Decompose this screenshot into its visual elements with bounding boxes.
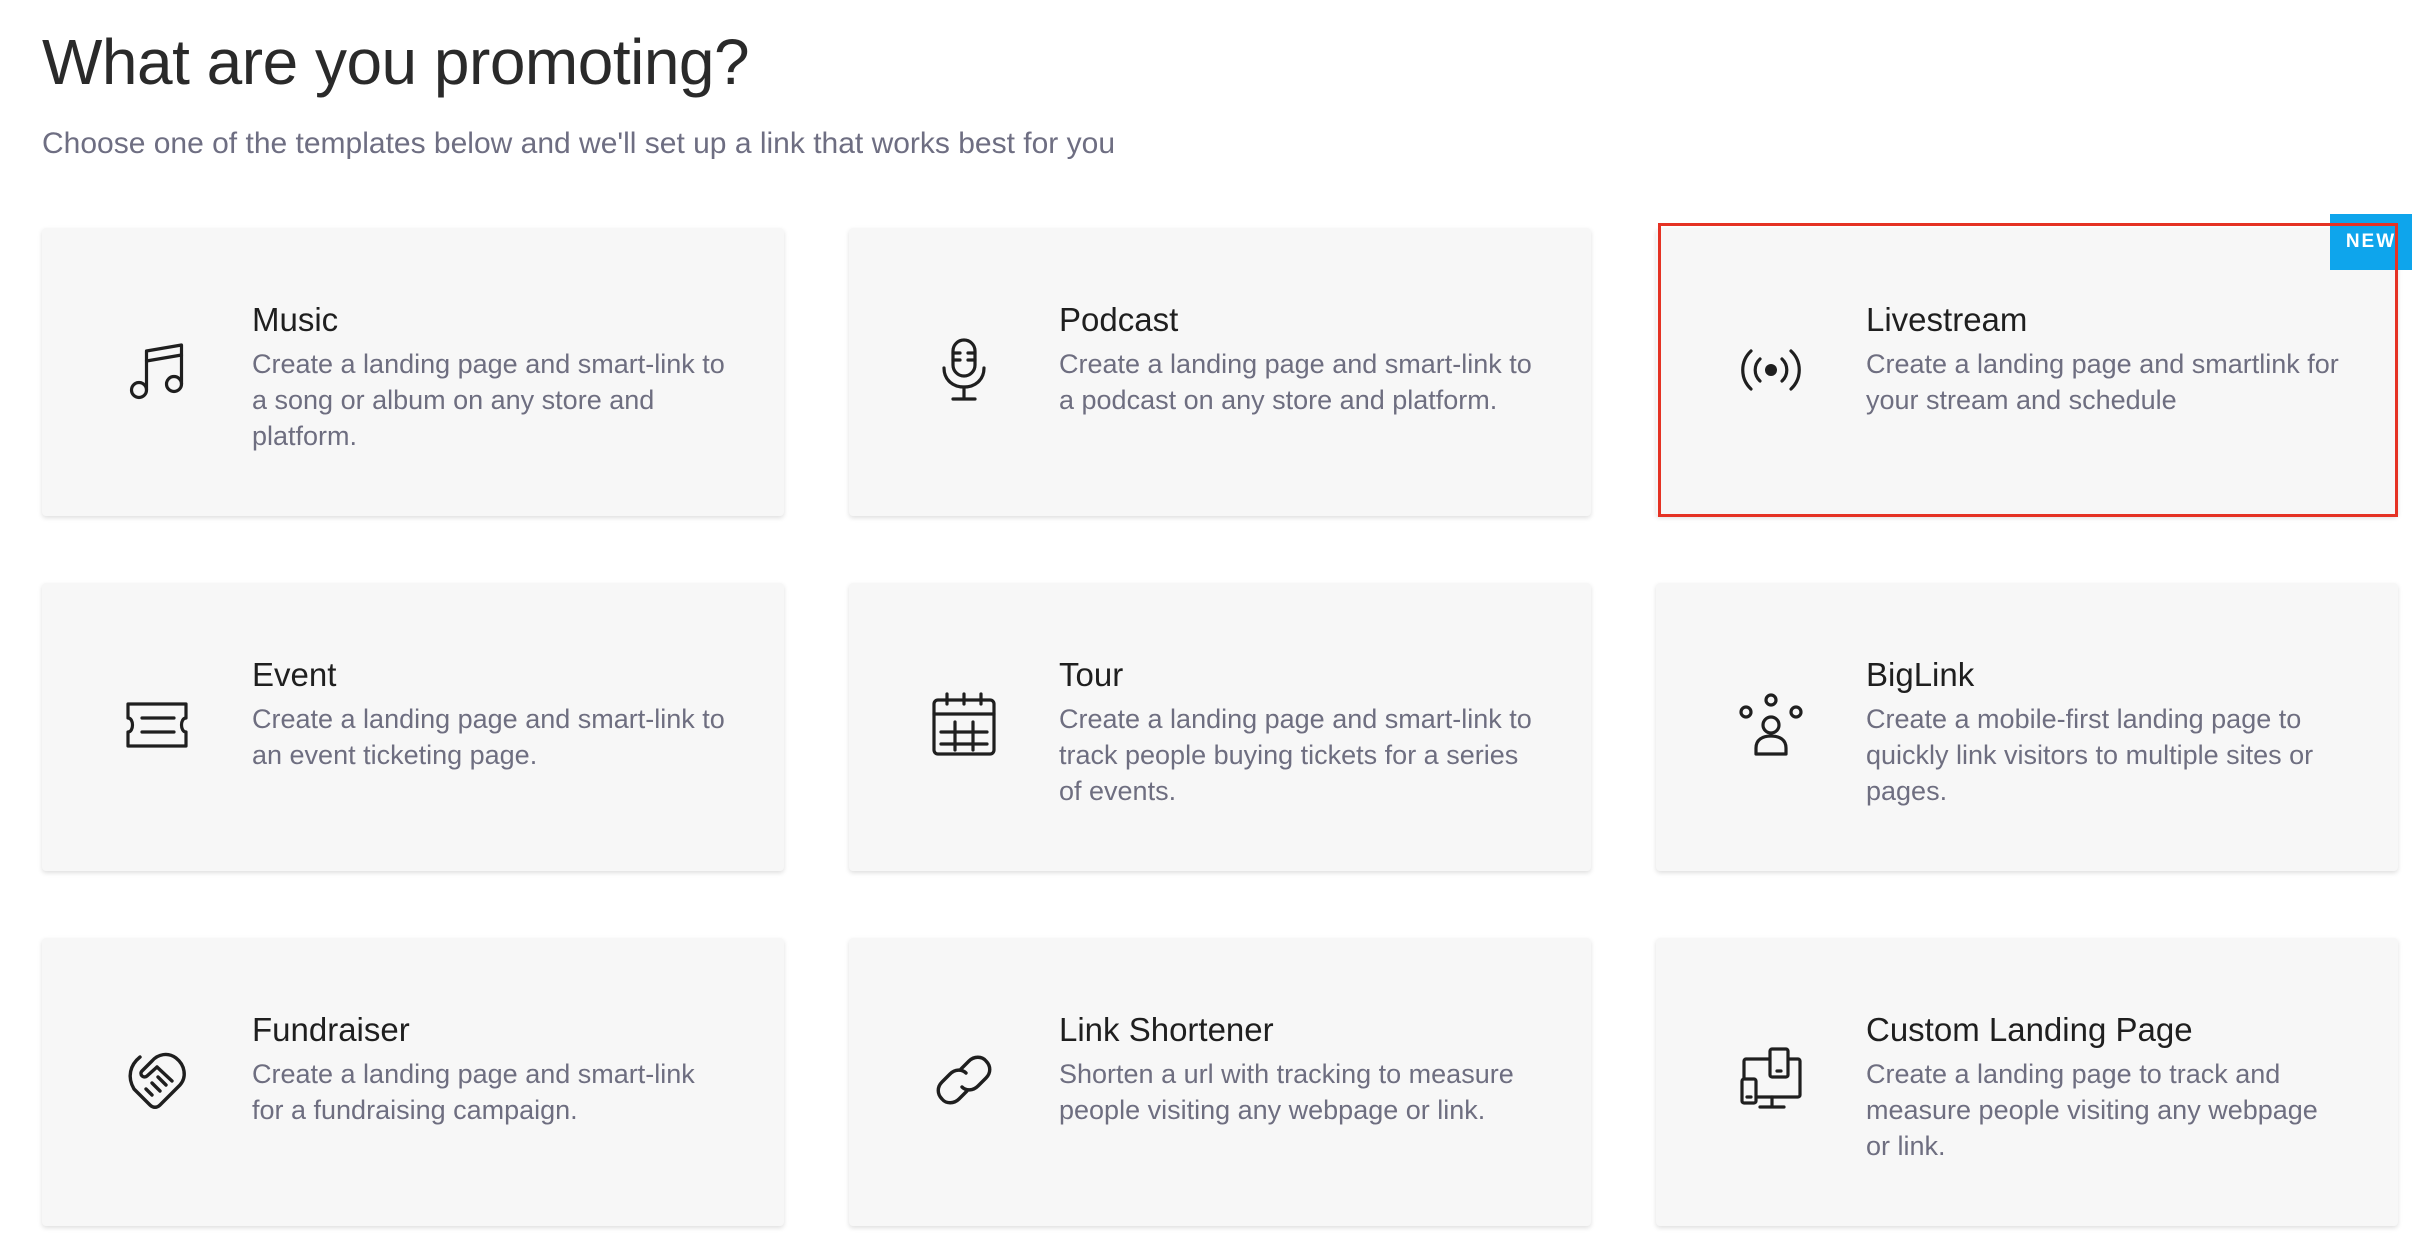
page-subtitle: Choose one of the templates below and we… bbox=[42, 127, 1115, 160]
template-grid: Music Create a landing page and smart-li… bbox=[42, 214, 2412, 1226]
template-card-link-shortener[interactable]: Link Shortener Shorten a url with tracki… bbox=[849, 938, 1591, 1226]
template-description: Shorten a url with tracking to measure p… bbox=[1059, 1059, 1514, 1125]
template-title: BigLink bbox=[1866, 656, 1975, 693]
template-card-podcast[interactable]: Podcast Create a landing page and smart-… bbox=[849, 228, 1591, 516]
template-description: Create a landing page and smart-link to … bbox=[1059, 349, 1532, 415]
template-title: Event bbox=[252, 656, 337, 693]
template-card-music[interactable]: Music Create a landing page and smart-li… bbox=[42, 228, 784, 516]
template-title: Podcast bbox=[1059, 301, 1179, 338]
template-description: Create a mobile-first landing page to qu… bbox=[1866, 704, 2314, 806]
link-icon bbox=[929, 1045, 999, 1115]
template-title: Livestream bbox=[1866, 301, 2028, 338]
template-card-custom-landing-page[interactable]: Custom Landing Page Create a landing pag… bbox=[1656, 938, 2398, 1226]
template-description: Create a landing page and smart-link to … bbox=[252, 704, 725, 770]
devices-icon bbox=[1736, 1045, 1806, 1115]
template-title: Link Shortener bbox=[1059, 1011, 1274, 1048]
template-card-livestream[interactable]: Livestream Create a landing page and sma… bbox=[1656, 214, 2412, 516]
people-icon bbox=[1736, 690, 1806, 760]
template-card-event[interactable]: Event Create a landing page and smart-li… bbox=[42, 583, 784, 871]
template-title: Custom Landing Page bbox=[1866, 1011, 2193, 1048]
template-description: Create a landing page and smart-link to … bbox=[252, 349, 725, 451]
music-note-icon bbox=[122, 335, 192, 405]
new-badge: NEW bbox=[2330, 214, 2412, 270]
template-picker-page: What are you promoting? Choose one of th… bbox=[0, 0, 2412, 1256]
template-card-tour[interactable]: Tour Create a landing page and smart-lin… bbox=[849, 583, 1591, 871]
template-card-biglink[interactable]: BigLink Create a mobile-first landing pa… bbox=[1656, 583, 2398, 871]
template-card-fundraiser[interactable]: Fundraiser Create a landing page and sma… bbox=[42, 938, 784, 1226]
template-description: Create a landing page to track and measu… bbox=[1866, 1059, 2318, 1161]
template-title: Tour bbox=[1059, 656, 1124, 693]
broadcast-icon bbox=[1736, 335, 1806, 405]
template-description: Create a landing page and smart-link for… bbox=[252, 1059, 695, 1125]
page-title: What are you promoting? bbox=[42, 26, 750, 98]
handshake-icon bbox=[122, 1045, 192, 1115]
template-description: Create a landing page and smartlink for … bbox=[1866, 349, 2339, 415]
template-title: Fundraiser bbox=[252, 1011, 410, 1048]
template-description: Create a landing page and smart-link to … bbox=[1059, 704, 1532, 806]
microphone-icon bbox=[929, 335, 999, 405]
ticket-icon bbox=[122, 690, 192, 760]
calendar-icon bbox=[929, 690, 999, 760]
template-title: Music bbox=[252, 301, 339, 338]
